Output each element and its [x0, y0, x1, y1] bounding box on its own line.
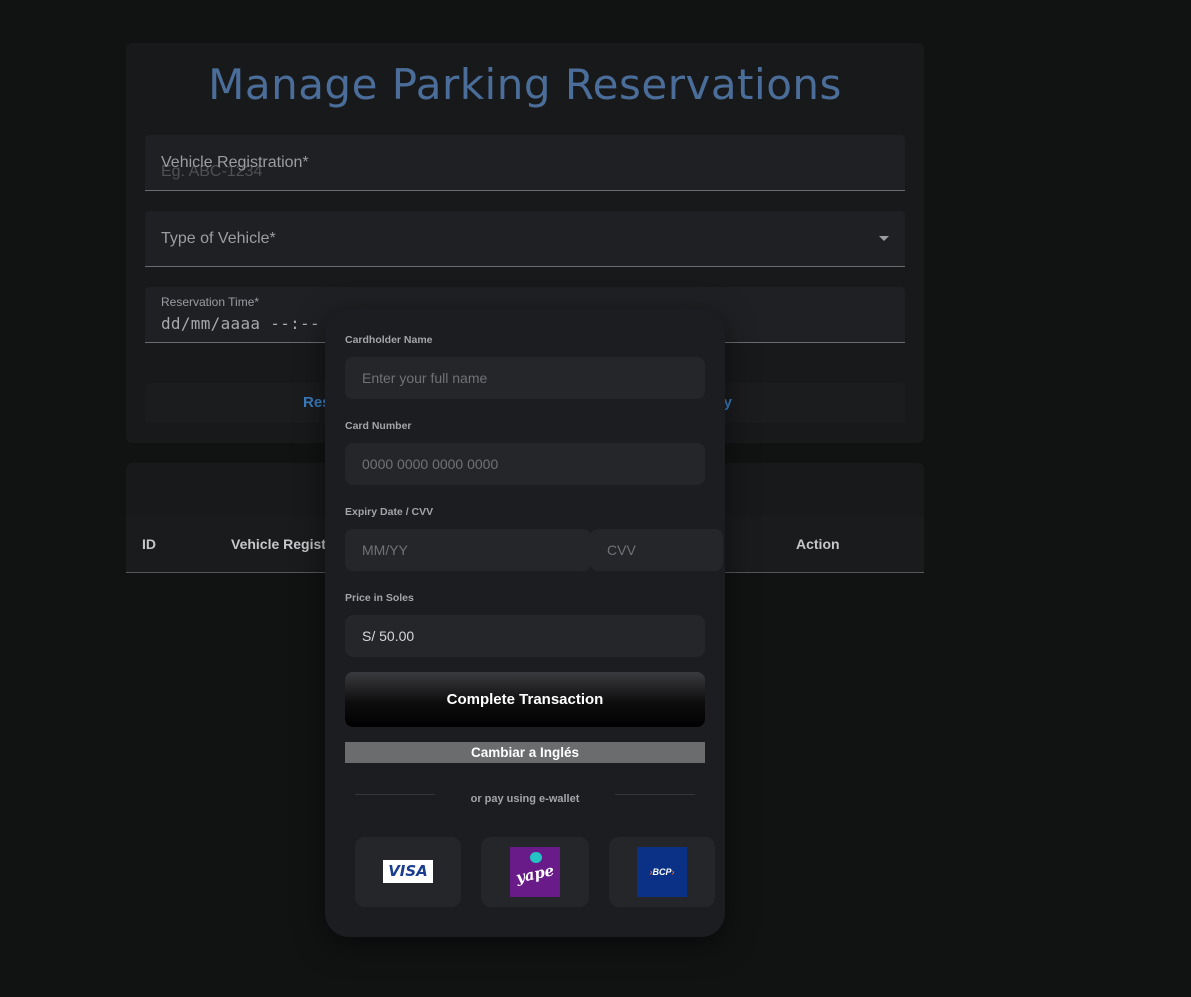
- expiry-date-input[interactable]: [345, 529, 591, 571]
- vehicle-registration-field[interactable]: Eg. ABC-1234 Vehicle Registration*: [145, 135, 905, 191]
- vehicle-type-select[interactable]: Type of Vehicle*: [145, 211, 905, 267]
- expiry-cvv-label: Expiry Date / CVV: [345, 506, 434, 518]
- column-header-action: Action: [796, 536, 840, 552]
- divider-right: [615, 794, 695, 795]
- cardholder-name-input[interactable]: [345, 357, 705, 399]
- change-language-button[interactable]: Cambiar a Inglés: [345, 742, 705, 763]
- visa-logo-icon: VISA: [383, 860, 433, 883]
- payment-modal: Cardholder Name Card Number Expiry Date …: [325, 309, 725, 937]
- price-label: Price in Soles: [345, 592, 414, 604]
- bcp-wallet-button[interactable]: ›BCP›: [609, 837, 715, 907]
- bcp-logo-text: BCP: [652, 867, 672, 877]
- cvv-input[interactable]: [590, 529, 723, 571]
- bcp-logo-icon: ›BCP›: [637, 847, 687, 897]
- yape-wallet-button[interactable]: yape: [481, 837, 589, 907]
- reservation-time-label: Reservation Time*: [161, 295, 260, 309]
- reservation-time-value: dd/mm/aaaa --:--: [161, 314, 320, 333]
- visa-wallet-button[interactable]: VISA: [355, 837, 461, 907]
- price-input[interactable]: [345, 615, 705, 657]
- yape-logo-text: yape: [514, 861, 556, 887]
- card-number-label: Card Number: [345, 420, 412, 432]
- vehicle-registration-label: Vehicle Registration*: [161, 154, 309, 171]
- cardholder-name-label: Cardholder Name: [345, 334, 433, 346]
- chevron-down-icon: [879, 236, 889, 241]
- complete-transaction-button[interactable]: Complete Transaction: [345, 672, 705, 727]
- card-number-input[interactable]: [345, 443, 705, 485]
- yape-logo-icon: yape: [510, 847, 560, 897]
- yape-bubble-icon: [530, 852, 542, 863]
- column-header-vehicle-registration: Vehicle Registr: [231, 536, 332, 552]
- vehicle-type-label: Type of Vehicle*: [161, 230, 276, 247]
- page-title: Manage Parking Reservations: [208, 60, 842, 109]
- column-header-id: ID: [142, 536, 156, 552]
